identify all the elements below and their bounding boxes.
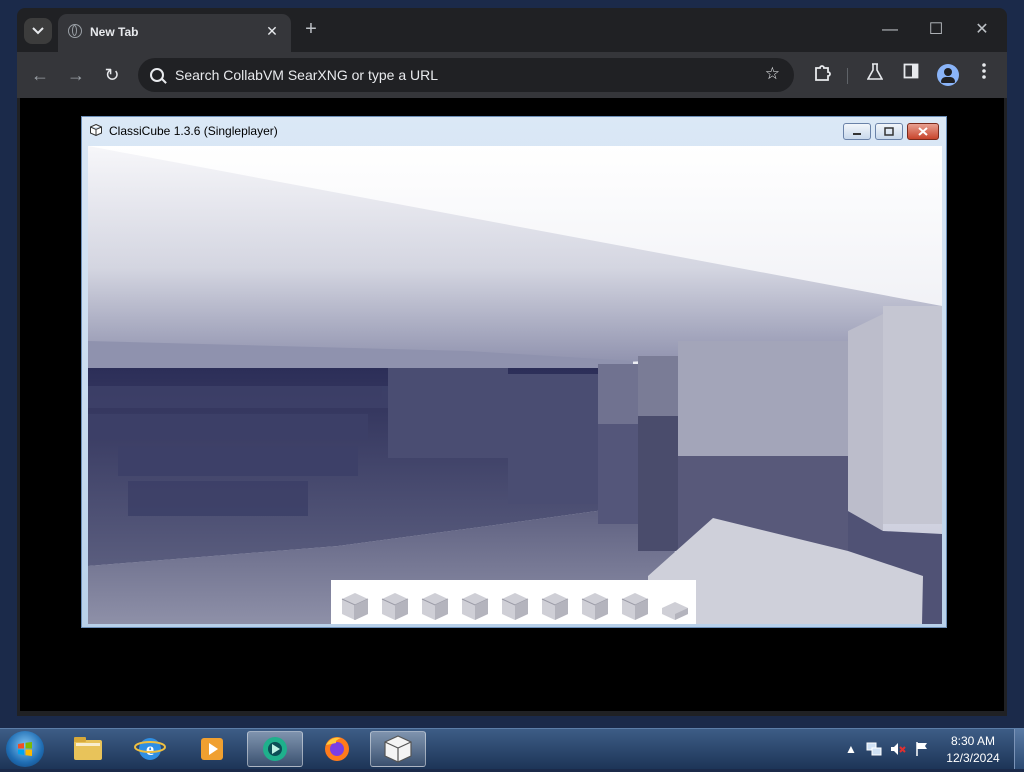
- game-close-button[interactable]: [907, 123, 939, 140]
- action-center-flag-icon[interactable]: [914, 741, 930, 757]
- internet-explorer-icon: e: [134, 738, 166, 760]
- taskbar-collabvm[interactable]: [247, 731, 303, 767]
- bookmark-star-icon[interactable]: ☆: [765, 64, 780, 84]
- folder-icon: [74, 737, 102, 760]
- taskbar-media-player[interactable]: [184, 731, 240, 767]
- hotbar-slot-5[interactable]: [499, 590, 531, 622]
- back-button[interactable]: ←: [26, 61, 54, 89]
- volume-muted-icon[interactable]: [890, 741, 906, 757]
- app-circle-icon: [263, 737, 287, 761]
- extensions-icon[interactable]: [810, 63, 834, 87]
- media-player-icon: [201, 738, 223, 760]
- tab-title: New Tab: [90, 25, 139, 39]
- address-bar[interactable]: Search CollabVM SearXNG or type a URL ☆: [138, 58, 794, 92]
- game-viewport[interactable]: [88, 146, 942, 624]
- close-button[interactable]: ✕: [959, 14, 1005, 46]
- taskbar-classicube[interactable]: [370, 731, 426, 767]
- clock-date[interactable]: 12/3/2024: [938, 751, 1008, 765]
- side-panel-icon[interactable]: [899, 63, 923, 87]
- taskbar-internet-explorer[interactable]: e: [122, 731, 178, 767]
- window-title: ClassiCube 1.3.6 (Singleplayer): [109, 124, 278, 138]
- search-icon: [150, 68, 164, 82]
- profile-icon[interactable]: [937, 64, 959, 86]
- new-tab-button[interactable]: +: [299, 18, 323, 42]
- labs-icon[interactable]: [863, 63, 887, 87]
- hotbar-slot-9[interactable]: [659, 590, 691, 622]
- tab-strip: New Tab ✕ + — ☐ ✕: [17, 8, 1007, 52]
- toolbar-separator: [847, 68, 848, 84]
- reload-button[interactable]: ↻: [98, 61, 126, 89]
- clock-time[interactable]: 8:30 AM: [938, 734, 1008, 748]
- address-bar-placeholder: Search CollabVM SearXNG or type a URL: [175, 67, 438, 83]
- hotbar-slot-6[interactable]: [539, 590, 571, 622]
- page-content: ClassiCube 1.3.6 (Singleplayer): [20, 98, 1004, 711]
- maximize-button[interactable]: ☐: [913, 14, 959, 46]
- game-restore-button[interactable]: [875, 123, 903, 140]
- hotbar-slot-2[interactable]: [379, 590, 411, 622]
- game-scene: [88, 146, 942, 624]
- browser-toolbar: ← → ↻ Search CollabVM SearXNG or type a …: [17, 52, 1007, 98]
- hotbar[interactable]: [331, 580, 696, 624]
- tray-expand-icon[interactable]: ▲: [843, 741, 859, 757]
- chevron-down-icon: [32, 27, 44, 35]
- taskbar-explorer[interactable]: [60, 731, 116, 767]
- firefox-icon: [325, 737, 349, 761]
- hotbar-slot-3[interactable]: [419, 590, 451, 622]
- hotbar-slot-1[interactable]: [339, 590, 371, 622]
- game-minimize-button[interactable]: [843, 123, 871, 140]
- hotbar-slot-8[interactable]: [619, 590, 651, 622]
- right-block-upper: [678, 341, 848, 456]
- classicube-icon: [384, 735, 412, 763]
- start-button[interactable]: [6, 731, 44, 767]
- minimize-button[interactable]: —: [867, 14, 913, 46]
- hotbar-slot-4[interactable]: [459, 590, 491, 622]
- menu-icon[interactable]: [972, 63, 996, 87]
- windows-logo-icon: [18, 742, 32, 756]
- hotbar-slot-7[interactable]: [579, 590, 611, 622]
- forward-button[interactable]: →: [62, 61, 90, 89]
- tab-search-button[interactable]: [24, 18, 52, 44]
- taskbar-firefox[interactable]: [309, 731, 365, 767]
- show-desktop-button[interactable]: [1014, 729, 1024, 769]
- network-icon[interactable]: [866, 741, 882, 757]
- browser-window: New Tab ✕ + — ☐ ✕ ← → ↻ Search CollabVM …: [17, 8, 1007, 716]
- taskbar: e ▲ 8:30 AM 12/3/2024: [0, 728, 1024, 769]
- cube-app-icon: [90, 124, 102, 136]
- tab-close-icon[interactable]: ✕: [263, 22, 281, 40]
- tab-new-tab[interactable]: New Tab ✕: [58, 14, 291, 52]
- globe-icon: [68, 24, 82, 38]
- classicube-window[interactable]: ClassiCube 1.3.6 (Singleplayer): [81, 116, 947, 628]
